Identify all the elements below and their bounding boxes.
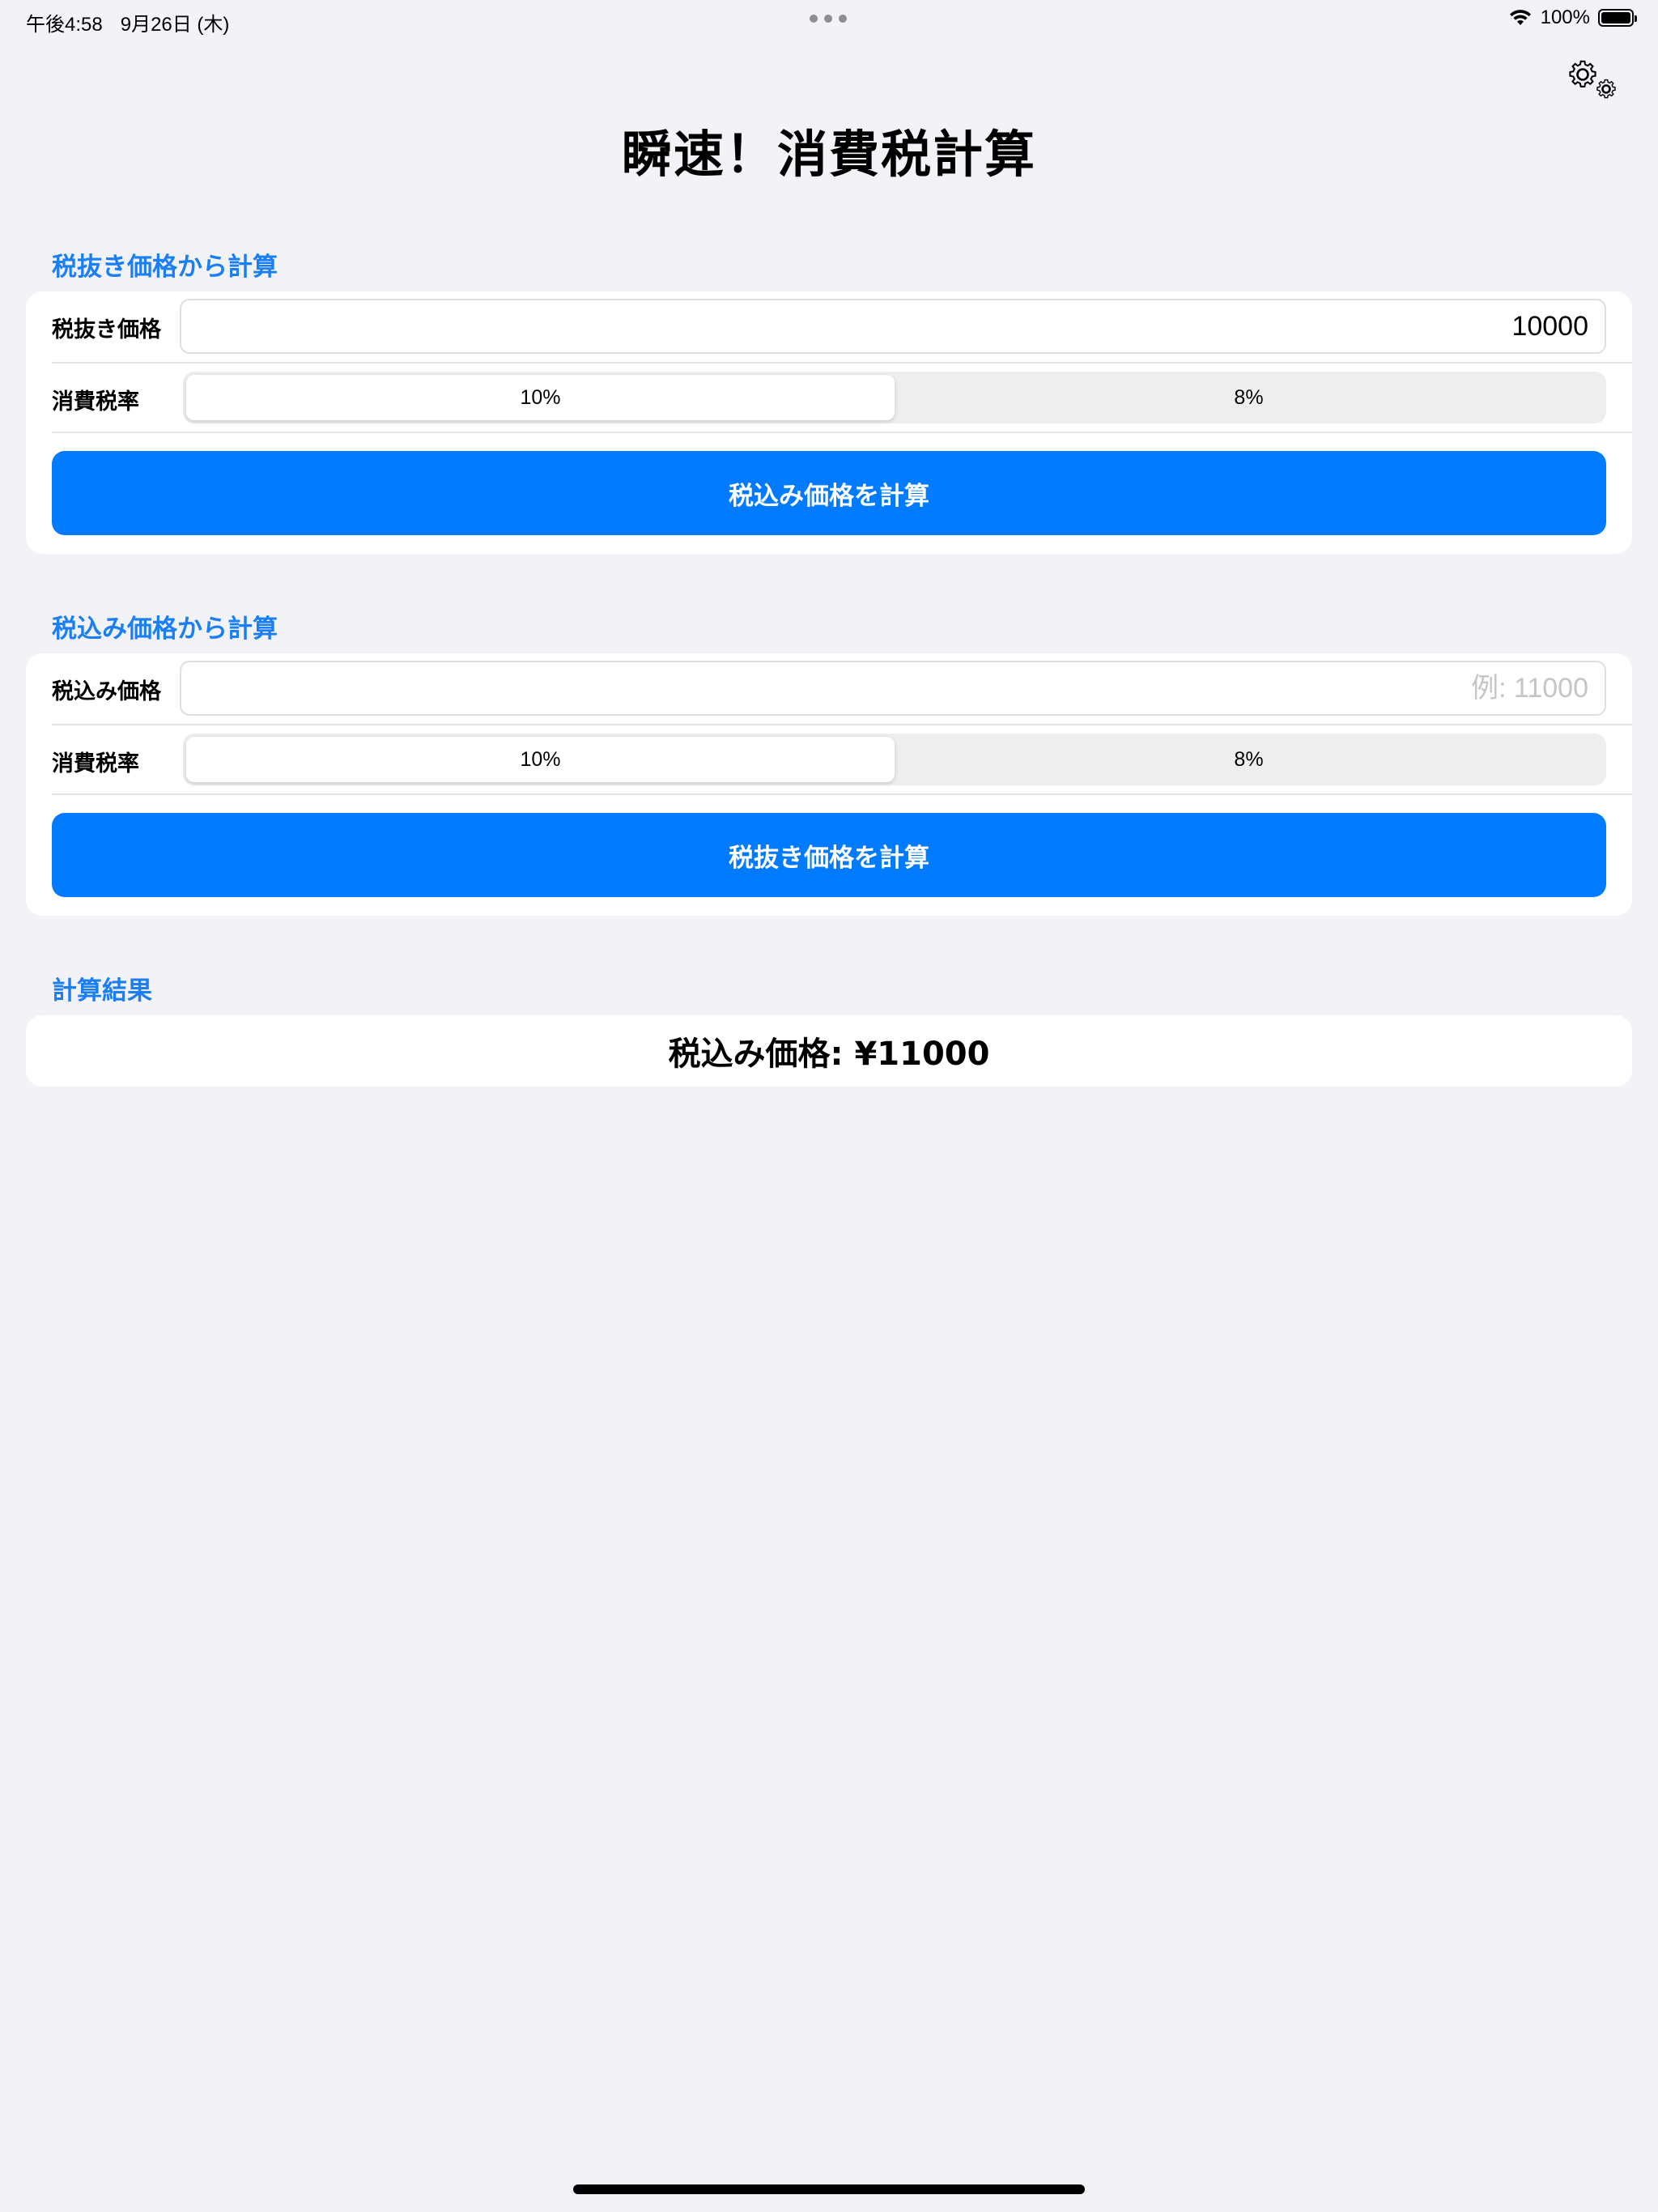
- inclusive-price-input[interactable]: [180, 661, 1606, 716]
- segment-inclusive-10[interactable]: 10%: [186, 737, 895, 782]
- segment-exclusive-10[interactable]: 10%: [186, 375, 895, 420]
- inclusive-tax-rate-segmented-control[interactable]: 10% 8%: [183, 734, 1606, 785]
- calc-inclusive-button[interactable]: 税込み価格を計算: [52, 451, 1606, 535]
- status-right: 100%: [1508, 6, 1637, 29]
- status-time: 午後4:58: [26, 14, 103, 36]
- result-text: 税込み価格: ¥11000: [668, 1036, 990, 1073]
- row-inclusive-price: 税込み価格: [26, 653, 1632, 725]
- wifi-icon: [1509, 10, 1531, 25]
- row-exclusive-tax-rate: 消費税率 10% 8%: [26, 364, 1632, 432]
- section-header-inclusive: 税込み価格から計算: [52, 615, 278, 644]
- exclusive-price-input[interactable]: [180, 299, 1606, 354]
- row-inclusive-tax-rate: 消費税率 10% 8%: [26, 725, 1632, 793]
- label-inclusive-tax-rate: 消費税率: [52, 751, 139, 776]
- battery-percent: 100%: [1540, 6, 1590, 28]
- gear-icon: [1569, 60, 1616, 99]
- card-inclusive: 税込み価格 消費税率 10% 8% 税抜き価格を計算: [26, 653, 1632, 916]
- divider: [52, 432, 1632, 433]
- exclusive-tax-rate-segmented-control[interactable]: 10% 8%: [183, 372, 1606, 423]
- multitasking-dots-icon[interactable]: [810, 15, 847, 23]
- battery-icon: [1598, 9, 1637, 27]
- segment-exclusive-8[interactable]: 8%: [895, 375, 1603, 420]
- status-bar: 午後4:58 9月26日 (木) 100%: [0, 0, 1658, 39]
- card-result: 税込み価格: ¥11000: [26, 1015, 1632, 1087]
- page-title: 瞬速！消費税計算: [621, 125, 1036, 184]
- section-header-result: 計算結果: [52, 976, 152, 1006]
- label-inclusive-price: 税込み価格: [52, 679, 161, 704]
- battery-fill: [1601, 12, 1630, 23]
- home-indicator[interactable]: [573, 2184, 1085, 2194]
- segment-inclusive-8[interactable]: 8%: [895, 737, 1603, 782]
- settings-button[interactable]: [1562, 55, 1621, 104]
- label-exclusive-tax-rate: 消費税率: [52, 389, 139, 415]
- row-exclusive-price: 税抜き価格: [26, 291, 1632, 363]
- card-exclusive: 税抜き価格 消費税率 10% 8% 税込み価格を計算: [26, 291, 1632, 554]
- status-left: 午後4:58 9月26日 (木): [26, 8, 229, 36]
- section-header-exclusive: 税抜き価格から計算: [52, 253, 278, 282]
- status-date: 9月26日 (木): [120, 14, 230, 36]
- calc-exclusive-button[interactable]: 税抜き価格を計算: [52, 813, 1606, 897]
- divider: [52, 793, 1632, 795]
- label-exclusive-price: 税抜き価格: [52, 317, 161, 342]
